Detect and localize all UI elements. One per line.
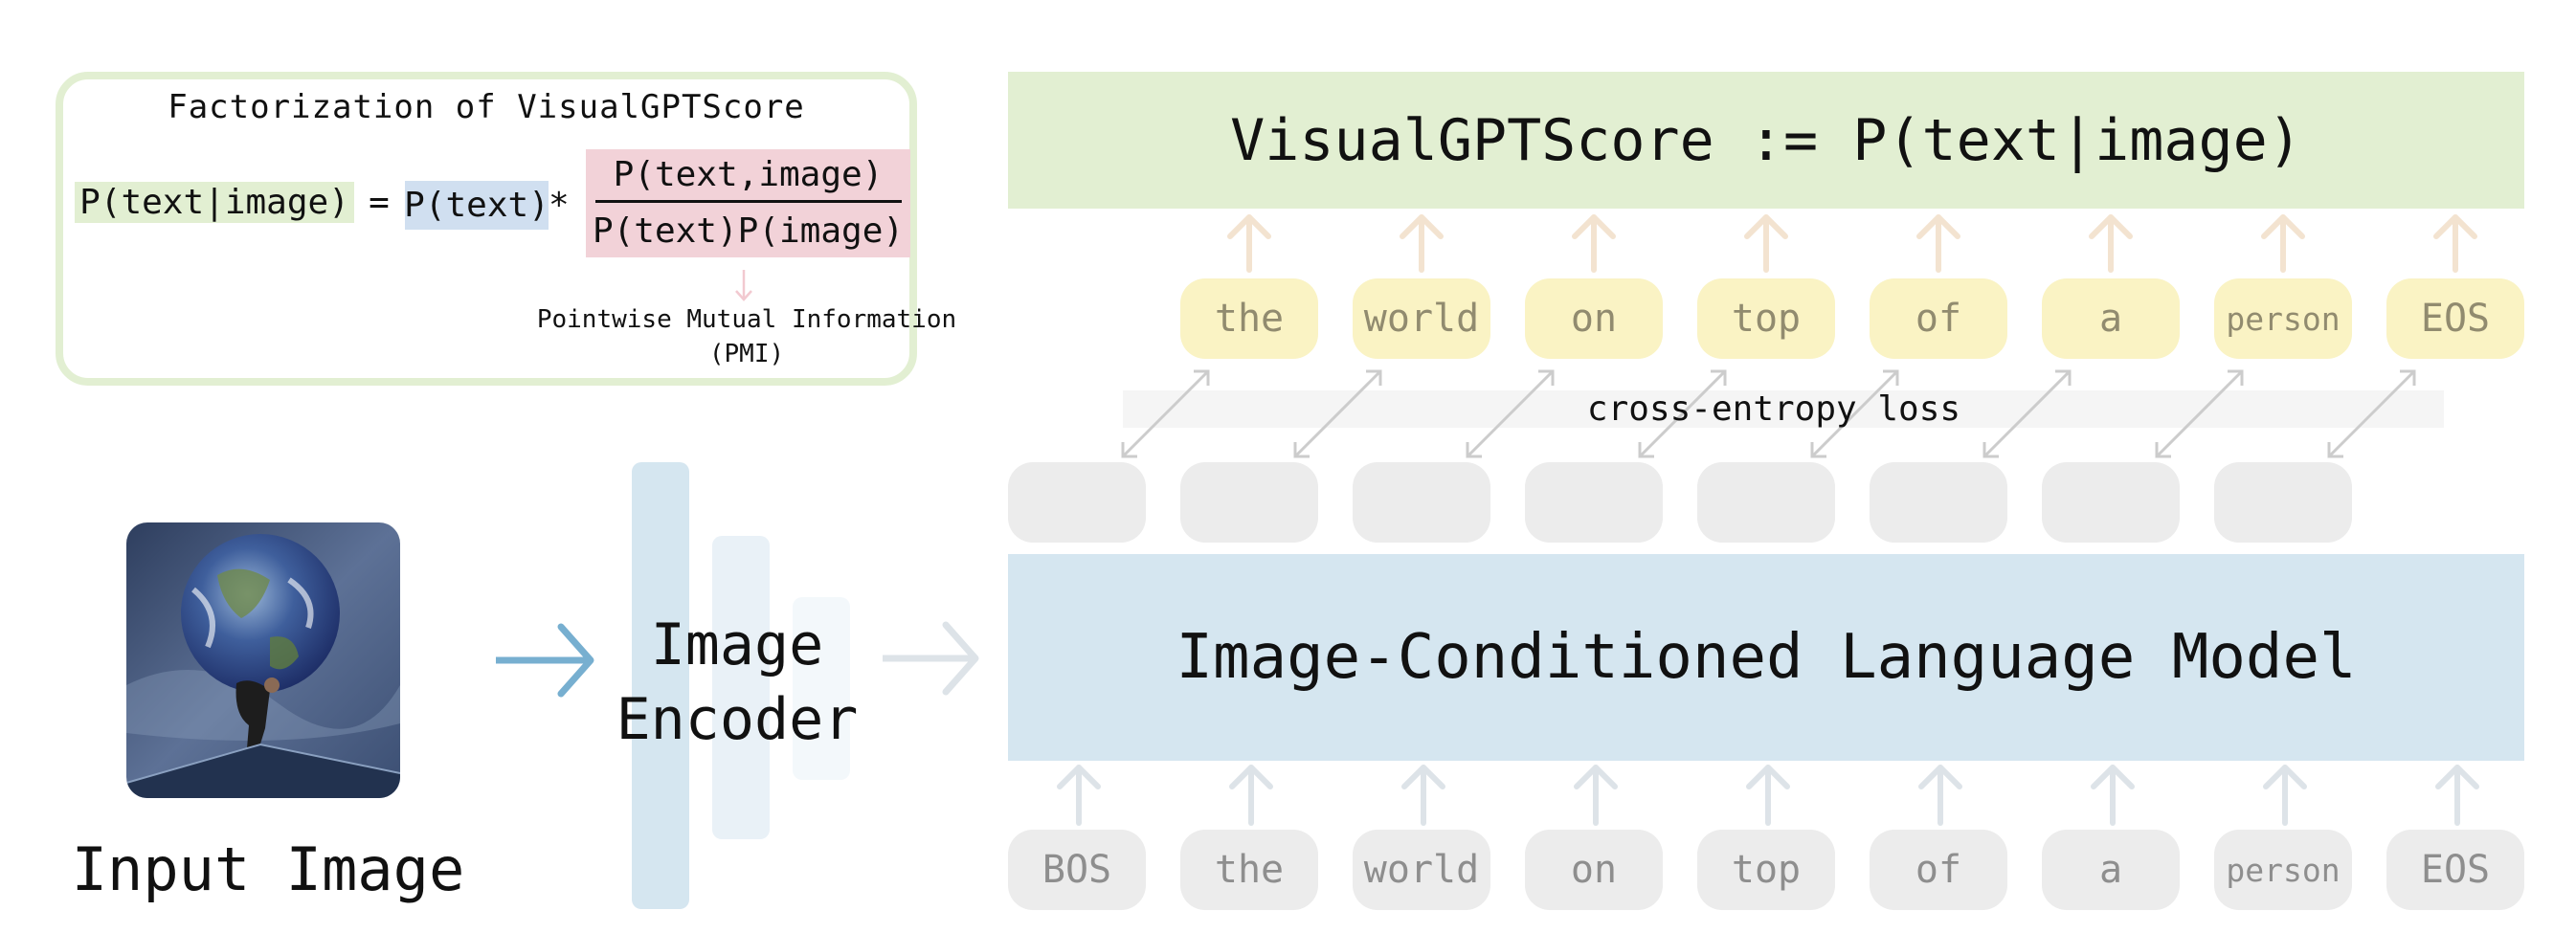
- cross-entropy-label-wrap: cross-entropy loss: [1123, 389, 2444, 429]
- pipeline-arrows: [496, 621, 979, 698]
- cross-entropy-label: cross-entropy loss: [1586, 389, 1961, 429]
- arrow-right-icon: [883, 621, 979, 696]
- arrow-right-icon: [496, 623, 594, 698]
- image-encoder-label: Image Encoder: [613, 608, 862, 757]
- image-encoder-label-line1: Image: [650, 611, 824, 678]
- image-encoder-label-line2: Encoder: [616, 686, 859, 753]
